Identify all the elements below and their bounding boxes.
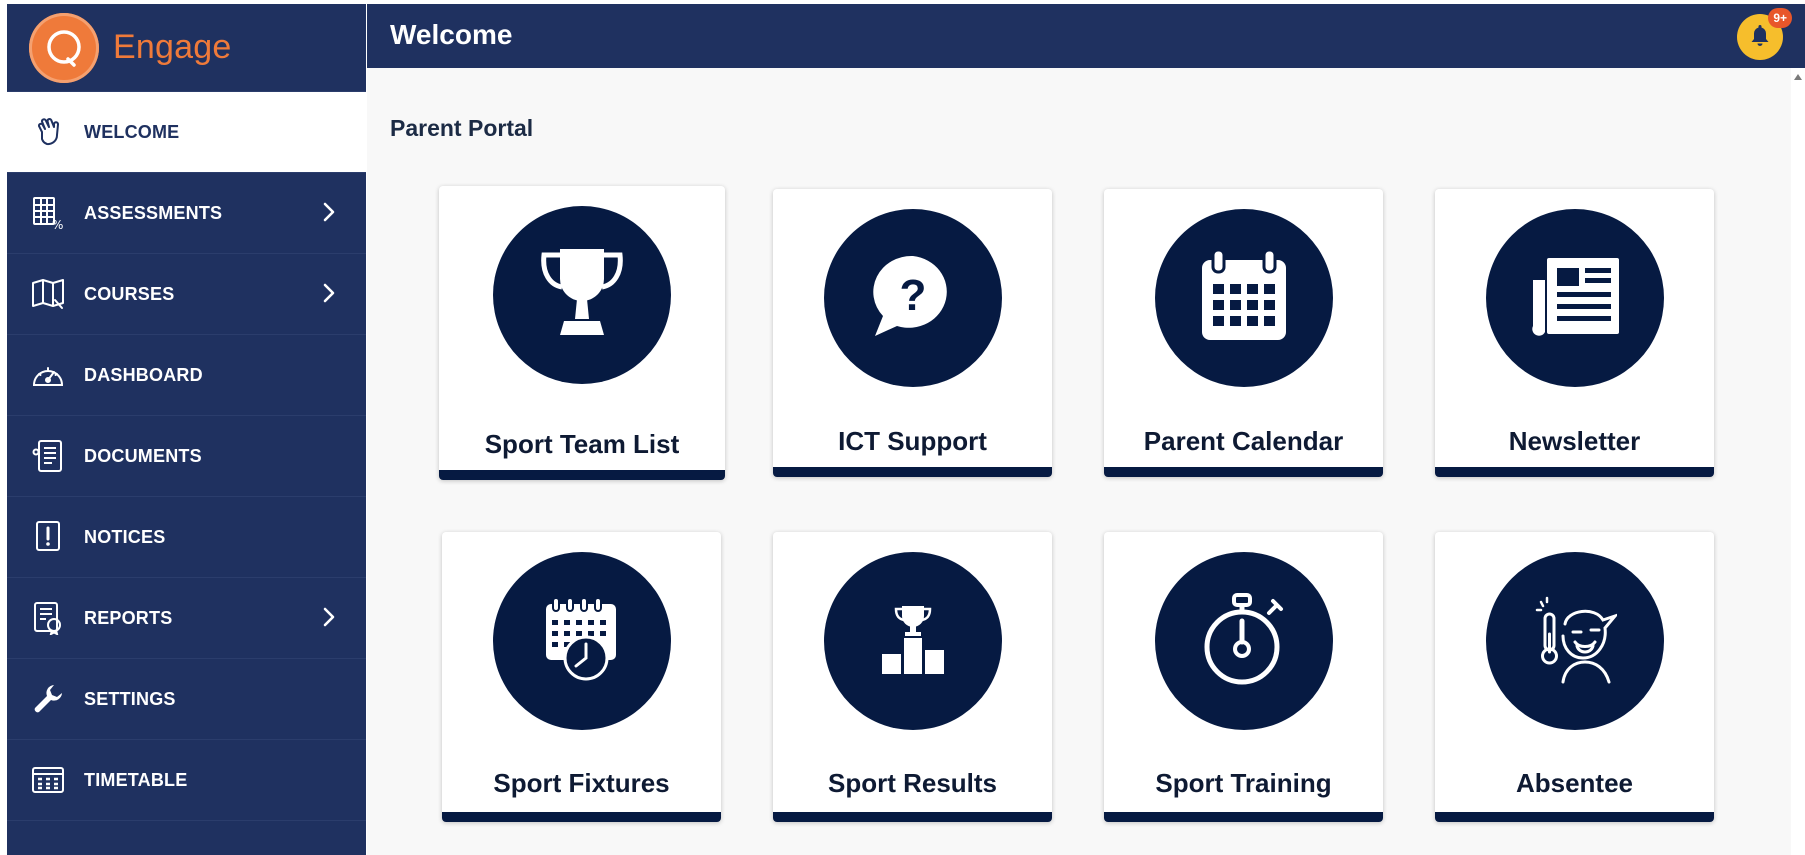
sick-person-icon [1533,594,1620,689]
document-icon [29,438,67,474]
book-icon [29,276,67,312]
sidebar-item-label: REPORTS [84,607,173,628]
tile-bar [773,812,1052,822]
tile-bar [1104,812,1383,822]
tile-icon-circle [1154,552,1333,730]
sidebar-item-documents[interactable]: DOCUMENTS [7,416,366,497]
svg-text:?: ? [899,271,926,320]
sidebar-item-dashboard[interactable]: DASHBOARD [7,335,366,416]
chevron-right-icon [322,606,336,633]
scroll-up-arrow-icon[interactable] [1794,74,1802,80]
sidebar-item-settings[interactable]: SETTINGS [7,659,366,740]
sidebar-item-label: DASHBOARD [84,364,203,385]
tile-sport-fixtures[interactable]: Sport Fixtures [442,532,721,822]
podium-icon [880,604,946,679]
sidebar-item-label: DOCUMENTS [84,445,202,466]
tile-sport-results[interactable]: Sport Results [773,532,1052,822]
tile-icon-circle [823,552,1002,730]
tile-bar [1435,467,1714,477]
sidebar-item-label: NOTICES [84,526,166,547]
top-bar: Welcome 9+ [367,4,1805,68]
sidebar-item-reports[interactable]: REPORTS [7,578,366,659]
timetable-icon [29,762,67,798]
tile-label: ICT Support [838,426,987,456]
assessment-grid-icon: % [29,195,67,231]
notifications-button[interactable]: 9+ [1737,8,1792,60]
tile-icon-circle: ? [823,209,1002,387]
main-content: Parent Portal Sport Team List ? ICT Supp… [367,68,1791,855]
bell-icon [1749,23,1771,52]
tile-label: Sport Fixtures [493,768,670,798]
notification-badge: 9+ [1768,8,1792,28]
tile-parent-calendar[interactable]: Parent Calendar [1104,189,1383,477]
svg-text:%: % [52,218,63,230]
tile-absentee[interactable]: Absentee [1435,532,1714,822]
sidebar-item-label: TIMETABLE [84,769,188,790]
newspaper-icon [1527,254,1623,343]
trophy-icon [534,243,630,348]
tile-newsletter[interactable]: Newsletter [1435,189,1714,477]
tile-icon-circle [1485,552,1664,730]
sidebar-item-assessments[interactable]: % ASSESSMENTS [7,173,366,254]
stopwatch-icon [1199,591,1289,692]
tile-label: Sport Training [1155,768,1332,798]
page-title: Welcome [390,19,513,50]
wrench-icon [29,681,67,717]
sidebar-item-label: ASSESSMENTS [84,202,223,223]
chevron-right-icon [322,282,336,309]
calendar-clock-icon [542,596,622,687]
sidebar: Engage WELCOME % ASSESSMENTS COURSES DAS… [7,4,366,855]
brand-logo[interactable]: Engage [7,4,366,92]
tile-sport-training[interactable]: Sport Training [1104,532,1383,822]
waving-hand-icon [29,114,67,150]
sidebar-item-notices[interactable]: NOTICES [7,497,366,578]
report-icon [29,600,67,636]
sidebar-item-label: WELCOME [84,121,180,142]
tile-icon-circle [492,552,671,730]
sidebar-item-welcome[interactable]: WELCOME [7,92,366,173]
engage-logo-icon [29,12,99,83]
sidebar-item-label: COURSES [84,283,175,304]
calendar-icon [1199,248,1289,349]
tile-icon-circle [493,206,671,384]
sidebar-item-label: SETTINGS [84,688,176,709]
sidebar-item-timetable[interactable]: TIMETABLE [7,740,366,821]
sidebar-item-courses[interactable]: COURSES [7,254,366,335]
brand-name: Engage [113,28,232,66]
chevron-right-icon [322,201,336,228]
tile-bar [773,467,1052,477]
tile-label: Sport Team List [484,429,680,459]
tile-bar [439,470,725,480]
tile-label: Parent Calendar [1143,426,1344,456]
tile-icon-circle [1154,209,1333,387]
speedometer-icon [29,357,67,393]
tile-bar [442,812,721,822]
tile-bar [1435,812,1714,822]
notice-icon [29,519,67,555]
tile-sport-team-list[interactable]: Sport Team List [439,186,725,480]
tile-label: Newsletter [1508,426,1641,456]
section-title: Parent Portal [390,115,534,141]
tile-label: Sport Results [827,768,998,798]
tile-ict-support[interactable]: ? ICT Support [773,189,1052,477]
question-bubble-icon: ? [867,250,959,347]
vertical-scrollbar[interactable] [1791,68,1805,855]
tile-label: Absentee [1515,768,1634,798]
tile-icon-circle [1485,209,1664,387]
tile-bar [1104,467,1383,477]
